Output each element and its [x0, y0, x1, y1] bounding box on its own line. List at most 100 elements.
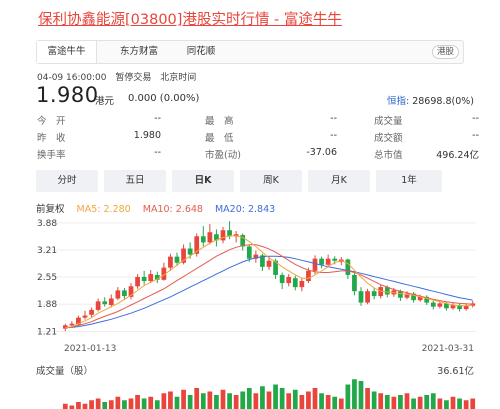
- volume-bar: [404, 393, 410, 409]
- volume-bar: [463, 400, 469, 409]
- period-weekly-button[interactable]: 周K: [240, 170, 302, 192]
- volume-bar: [69, 405, 75, 409]
- volume-bar: [148, 396, 154, 409]
- volume-bar: [108, 400, 114, 409]
- volume-bar: [444, 400, 449, 409]
- candle-body: [246, 246, 252, 259]
- volume-bar: [246, 388, 252, 409]
- currency-label: 港元: [95, 96, 115, 107]
- volume-bar: [89, 400, 94, 409]
- volume-bar: [417, 396, 423, 409]
- period-selector: 分时 五日 日K 周K 月K 1年: [36, 170, 442, 192]
- volume-bar: [207, 391, 213, 409]
- candle-body: [108, 298, 114, 306]
- page-title[interactable]: 保利协鑫能源[03800]港股实时行情 - 富途牛牛: [38, 8, 342, 29]
- stat-value: --: [330, 113, 337, 124]
- candle-body: [463, 305, 469, 310]
- stat-label: 市盈(动): [205, 150, 241, 161]
- candle-body: [358, 291, 364, 303]
- volume-bar: [187, 395, 193, 409]
- stat-label: 成交额: [374, 133, 403, 144]
- candle-body: [371, 291, 377, 297]
- volume-bar: [154, 400, 160, 409]
- tab-futu[interactable]: 富途牛牛: [37, 41, 97, 63]
- status-line: 04-09 16:00:00 暂停交易 北京时间: [37, 70, 202, 83]
- volume-bar: [430, 393, 436, 409]
- index-value: 28698.8(0%): [412, 96, 474, 107]
- volume-bar: [312, 388, 318, 409]
- volume-bar: [457, 398, 462, 409]
- tab-eastmoney[interactable]: 东方财富: [109, 41, 169, 63]
- stat-value: -37.06: [306, 147, 337, 158]
- stat-value: --: [472, 113, 479, 124]
- candle-body: [135, 276, 140, 287]
- quote-datetime: 04-09 16:00:00: [37, 73, 107, 83]
- tab-tonghuashun[interactable]: 同花顺: [171, 41, 231, 63]
- y-tick-label: 1.21: [37, 327, 57, 337]
- candle-body: [312, 258, 318, 271]
- period-monthly-button[interactable]: 月K: [308, 170, 370, 192]
- y-tick-label: 2.55: [37, 273, 57, 283]
- volume-bar: [82, 403, 88, 409]
- candle-body: [141, 276, 147, 282]
- volume-bar: [450, 396, 456, 409]
- volume-bar: [352, 379, 357, 409]
- volume-chart: [62, 379, 476, 409]
- volume-bar: [384, 395, 390, 409]
- price-chart[interactable]: 3.88 3.21 2.55 1.88 1.21: [0, 210, 500, 350]
- candle-body: [365, 291, 370, 303]
- candle-body: [352, 274, 357, 292]
- stat-value: 496.24亿: [436, 150, 479, 161]
- source-tabs: 富途牛牛 东方财富 同花顺 港股: [36, 40, 464, 64]
- stat-value: --: [472, 130, 479, 141]
- volume-bar: [398, 395, 403, 409]
- volume-bar: [273, 384, 278, 409]
- candle-body: [122, 290, 127, 297]
- market-badge: 港股: [431, 45, 459, 59]
- stat-label: 今 开: [37, 116, 66, 127]
- candle-body: [437, 303, 443, 307]
- volume-bar: [266, 391, 272, 409]
- stat-label: 换手率: [37, 150, 66, 161]
- volume-bar: [292, 389, 298, 409]
- period-intraday-button[interactable]: 分时: [36, 170, 98, 192]
- stat-value: --: [330, 130, 337, 141]
- candle-body: [227, 230, 232, 237]
- volume-bar: [286, 393, 292, 409]
- volume-bar: [378, 393, 384, 409]
- stats-row: 换手率 -- 市盈(动) -37.06 总市值 496.24亿: [37, 147, 479, 163]
- period-1year-button[interactable]: 1年: [376, 170, 442, 192]
- volume-bar: [128, 398, 134, 409]
- volume-bar: [141, 398, 147, 409]
- stat-value: --: [154, 113, 161, 124]
- price-change: 0.000 (0.00%): [128, 93, 200, 104]
- stat-label: 昨 收: [37, 133, 66, 144]
- volume-bar: [437, 398, 443, 409]
- candle-body: [266, 260, 272, 267]
- stat-label: 最 低: [205, 133, 234, 144]
- volume-bar: [253, 393, 259, 409]
- volume-bar: [325, 395, 331, 409]
- candle-body: [95, 301, 101, 310]
- volume-bar: [411, 398, 416, 409]
- stat-value: --: [154, 147, 161, 158]
- candle-body: [102, 301, 108, 305]
- period-daily-button[interactable]: 日K: [172, 170, 234, 192]
- index-name-link[interactable]: 恒指:: [387, 96, 409, 107]
- index-quote[interactable]: 恒指: 28698.8(0%): [387, 93, 474, 107]
- last-price: 1.980: [36, 83, 99, 107]
- period-5day-button[interactable]: 五日: [104, 170, 166, 192]
- candle-body: [325, 258, 331, 265]
- volume-bar: [260, 386, 265, 409]
- candle-body: [89, 309, 94, 315]
- candle-body: [148, 274, 154, 282]
- volume-bar: [161, 393, 167, 409]
- volume-bar: [227, 393, 232, 409]
- candle-body: [286, 276, 292, 284]
- candle-body: [319, 258, 324, 265]
- timezone-label: 北京时间: [160, 73, 197, 83]
- candle-body: [306, 270, 311, 282]
- candle-body: [332, 258, 338, 261]
- volume-bar: [306, 391, 311, 409]
- y-tick-label: 3.21: [37, 246, 57, 256]
